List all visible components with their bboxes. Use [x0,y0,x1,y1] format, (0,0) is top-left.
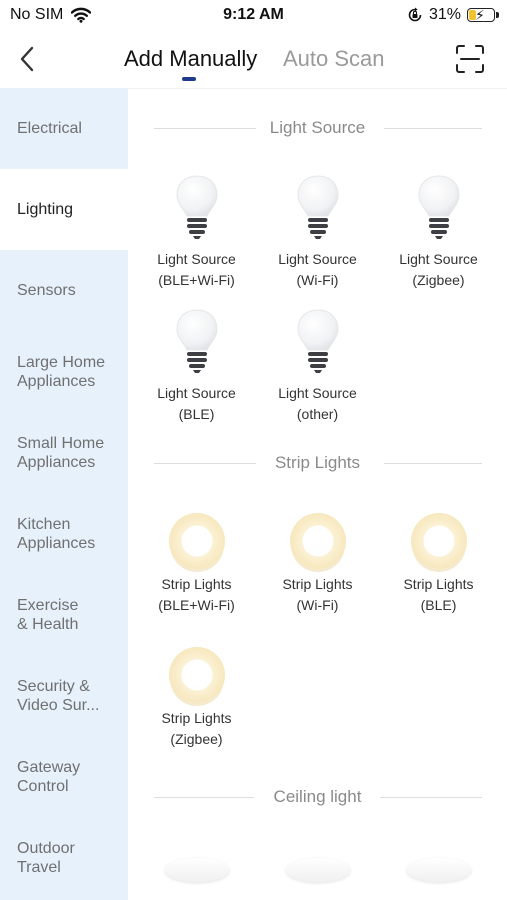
device-tile[interactable]: Light Source (BLE) [136,308,257,425]
sidebar-item-security-video[interactable]: Security & Video Sur... [0,655,128,736]
strip-light-icon [168,513,225,569]
sidebar-item-exercise-health[interactable]: Exercise & Health [0,574,128,655]
ceiling-light-icon [406,858,471,882]
tab-auto-scan[interactable]: Auto Scan [283,46,385,72]
sidebar-item-electrical[interactable]: Electrical [0,88,128,169]
sidebar-item-label: Electrical [17,120,82,137]
sidebar-item-lighting[interactable]: Lighting [0,169,128,250]
header: Add Manually Auto Scan [0,32,507,89]
sidebar-item-label: Gateway Control [17,758,81,795]
strip-light-icon [410,513,467,569]
sidebar-item-kitchen-appliances[interactable]: Kitchen Appliances [0,493,128,574]
section-header-ceiling-light: Ceiling light [128,785,507,809]
device-tile[interactable] [136,858,257,882]
device-tile[interactable]: Light Source (BLE+Wi-Fi) [136,174,257,291]
category-sidebar: Electrical Lighting Sensors Large Home Ap… [0,88,128,900]
sidebar-item-large-home-appliances[interactable]: Large Home Appliances [0,331,128,412]
orientation-lock-icon [408,7,422,22]
device-tile[interactable]: Strip Lights (Wi-Fi) [257,508,378,616]
sidebar-item-label: Kitchen Appliances [17,515,96,552]
device-name: Strip Lights (Zigbee) [161,710,232,747]
tab-add-manually[interactable]: Add Manually [124,46,257,72]
device-tile[interactable]: Strip Lights (Zigbee) [136,642,257,750]
device-list[interactable]: Light Source Light Source (BLE+Wi-Fi) Lig… [128,88,507,900]
status-right: 31% ⚡ [407,6,499,24]
device-tile[interactable]: Light Source (Wi-Fi) [257,174,378,291]
battery-percent: 31% [428,6,461,23]
sidebar-item-sensors[interactable]: Sensors [0,250,128,331]
light-bulb-icon [417,175,460,239]
device-tile[interactable]: Light Source (other) [257,308,378,425]
device-name: Light Source (Wi-Fi) [278,251,357,288]
sidebar-item-small-home-appliances[interactable]: Small Home Appliances [0,412,128,493]
device-name: Strip Lights (BLE) [403,576,474,613]
sidebar-item-label: Lighting [17,201,74,218]
device-tile[interactable]: Strip Lights (BLE+Wi-Fi) [136,508,257,616]
device-name: Light Source (BLE) [157,385,236,422]
battery-charging-icon: ⚡ [467,7,499,23]
device-name: Light Source (Zigbee) [399,251,478,288]
device-name: Strip Lights (Wi-Fi) [282,576,353,613]
ceiling-light-icon [164,858,229,882]
device-name: Strip Lights (BLE+Wi-Fi) [158,576,235,613]
sidebar-item-outdoor-travel[interactable]: Outdoor Travel [0,817,128,898]
sidebar-item-label: Small Home Appliances [17,434,105,471]
scan-frame-icon[interactable] [455,44,485,74]
section-header-strip-lights: Strip Lights [128,451,507,475]
sidebar-item-gateway-control[interactable]: Gateway Control [0,736,128,817]
sidebar-item-label: Security & Video Sur... [17,677,100,714]
device-tile[interactable] [257,858,378,882]
light-bulb-icon [175,175,218,239]
sidebar-item-label: Exercise & Health [17,596,79,633]
device-tile[interactable] [378,858,499,882]
light-bulb-icon [175,309,218,373]
strip-light-icon [289,513,346,569]
device-tile[interactable]: Light Source (Zigbee) [378,174,499,291]
active-tab-indicator [182,77,196,81]
device-tile[interactable]: Strip Lights (BLE) [378,508,499,616]
sidebar-item-label: Sensors [17,282,76,299]
section-header-light-source: Light Source [128,116,507,140]
light-bulb-icon [296,309,339,373]
status-bar: No SIM 9:12 AM 31% ⚡ [0,0,507,32]
strip-light-icon [168,647,225,703]
back-chevron-icon[interactable] [14,42,44,76]
sidebar-item-label: Outdoor Travel [17,839,75,876]
ceiling-light-icon [285,858,350,882]
device-name: Light Source (BLE+Wi-Fi) [157,251,236,288]
sidebar-item-label: Large Home Appliances [17,353,106,390]
device-name: Light Source (other) [278,385,357,422]
light-bulb-icon [296,175,339,239]
